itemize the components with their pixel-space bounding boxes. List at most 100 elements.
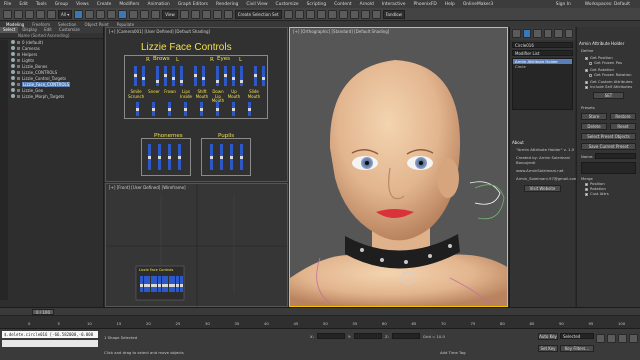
eye-icon[interactable] (11, 46, 15, 50)
control-slider-knob[interactable] (158, 156, 161, 159)
eye-icon[interactable] (11, 94, 15, 98)
menu-item[interactable]: Animation (143, 2, 173, 7)
ribbon-tab[interactable]: Selection (58, 22, 76, 27)
mirror-icon[interactable] (283, 9, 293, 19)
link-icon[interactable] (25, 9, 34, 19)
y-field[interactable] (354, 333, 382, 339)
freeze-icon[interactable] (17, 94, 20, 98)
freeze-icon[interactable] (17, 58, 20, 62)
control-slider-knob[interactable] (202, 77, 205, 80)
reference-coord-dropdown[interactable]: View (162, 9, 178, 19)
next-frame-icon[interactable] (629, 334, 638, 343)
undo-icon[interactable] (3, 9, 12, 19)
viewport-front[interactable]: [+] [Front] [User Defined] [Wireframe] L… (105, 183, 288, 307)
delete-button[interactable]: Delete (581, 123, 607, 130)
selection-set-dropdown[interactable]: Create Selection Set (234, 9, 282, 19)
menu-item[interactable]: Customize (272, 2, 303, 7)
control-slider-knob[interactable] (262, 77, 265, 80)
redo-icon[interactable] (14, 9, 23, 19)
play-icon[interactable] (618, 334, 627, 343)
render-frame-icon[interactable] (360, 9, 370, 19)
menu-item[interactable]: Scripting (303, 2, 331, 7)
control-slider-knob[interactable] (168, 156, 171, 159)
eye-icon[interactable] (11, 58, 15, 62)
restore-button[interactable]: Restore (610, 113, 636, 120)
freeze-icon[interactable] (17, 88, 20, 92)
pivot-icon[interactable] (179, 9, 189, 19)
control-slider-knob[interactable] (240, 80, 243, 83)
control-slider-knob[interactable] (200, 108, 203, 111)
control-slider-knob[interactable] (254, 74, 257, 77)
control-slider-knob[interactable] (230, 156, 233, 159)
curve-editor-icon[interactable] (316, 9, 326, 19)
set-key-button[interactable]: Set Key (538, 345, 558, 352)
menu-item[interactable]: Interactive (378, 2, 410, 7)
utilities-tab-icon[interactable] (564, 29, 573, 38)
place-icon[interactable] (151, 9, 161, 19)
menu-item[interactable]: PhoenixFD (409, 2, 440, 7)
control-slider-knob[interactable] (232, 77, 235, 80)
include-self-option[interactable]: Include Self Attributes (577, 84, 640, 89)
layers-icon[interactable] (305, 9, 315, 19)
rollout-title[interactable]: Armin Attribute Holder (579, 41, 638, 46)
menu-item[interactable]: Tools (32, 2, 51, 7)
control-slider-knob[interactable] (156, 80, 159, 83)
control-slider-knob[interactable] (154, 284, 158, 287)
move-icon[interactable] (118, 9, 128, 19)
key-filters-button[interactable]: Key Filters... (560, 345, 594, 352)
z-field[interactable] (391, 333, 420, 339)
control-slider-knob[interactable] (158, 284, 161, 287)
select-by-name-icon[interactable] (85, 9, 95, 19)
align-icon[interactable] (294, 9, 304, 19)
ribbon-tab[interactable]: Populate (117, 22, 134, 27)
control-slider-knob[interactable] (164, 74, 167, 77)
control-slider-knob[interactable] (147, 284, 151, 287)
menu-item[interactable]: Rendering (212, 2, 242, 7)
ribbon-tab[interactable]: Modeling (6, 22, 24, 27)
freeze-icon[interactable] (17, 76, 20, 80)
timeline-ruler[interactable]: 0 5 10 15 20 25 30 35 40 45 50 55 60 65 70 75 80 85 90 95 10… (0, 315, 640, 328)
stack-item-circle[interactable]: Circle (513, 64, 572, 69)
control-slider-knob[interactable] (216, 80, 219, 83)
menu-item[interactable]: Create (93, 2, 116, 7)
menu-item[interactable]: OnlineMaker3 (459, 2, 497, 7)
control-slider-knob[interactable] (161, 284, 165, 287)
window-crossing-icon[interactable] (107, 9, 117, 19)
modify-tab-icon[interactable] (522, 29, 531, 38)
control-slider-knob[interactable] (150, 284, 154, 287)
control-slider-knob[interactable] (248, 108, 251, 111)
checkbox[interactable] (589, 73, 592, 77)
control-slider-knob[interactable] (148, 156, 151, 159)
control-slider-knob[interactable] (140, 284, 143, 287)
eye-icon[interactable] (11, 52, 15, 56)
maxscript-line[interactable]: $.delete.circle016 [-66.582000,-0.000 (2, 331, 98, 338)
selection-filter-dropdown[interactable]: All ▾ (58, 9, 73, 19)
eye-icon[interactable] (11, 76, 15, 80)
prev-frame-icon[interactable] (607, 334, 616, 343)
angle-snap-icon[interactable] (201, 9, 211, 19)
preset-list[interactable] (581, 162, 636, 174)
control-slider-knob[interactable] (168, 284, 172, 287)
menu-item[interactable]: Civil View (242, 2, 271, 7)
go-start-icon[interactable] (596, 334, 605, 343)
explorer-tab[interactable]: Select (0, 27, 19, 33)
eye-icon[interactable] (11, 88, 15, 92)
motion-tab-icon[interactable] (543, 29, 552, 38)
percent-snap-icon[interactable] (212, 9, 222, 19)
control-slider-knob[interactable] (136, 108, 139, 111)
eye-icon[interactable] (11, 40, 15, 44)
control-slider-knob[interactable] (232, 108, 235, 111)
modifier-list-dropdown[interactable]: Modifier List (512, 50, 573, 56)
viewport-label[interactable]: [+] [Camera001] [User Defined] [Default … (109, 29, 210, 34)
menu-item[interactable]: Edit (15, 2, 32, 7)
display-tab-icon[interactable] (554, 29, 563, 38)
sign-in-button[interactable]: Sign In (552, 2, 575, 7)
eye-icon[interactable] (11, 70, 15, 74)
control-slider-knob[interactable] (184, 108, 187, 111)
render-setup-icon[interactable] (349, 9, 359, 19)
freeze-icon[interactable] (17, 64, 20, 68)
visit-website-button[interactable]: Visit Website (524, 185, 561, 192)
menu-item[interactable]: Group (51, 2, 72, 7)
get-frozen-rot-option[interactable]: Get Frozen Rotation (577, 72, 640, 77)
x-field[interactable] (316, 333, 345, 339)
